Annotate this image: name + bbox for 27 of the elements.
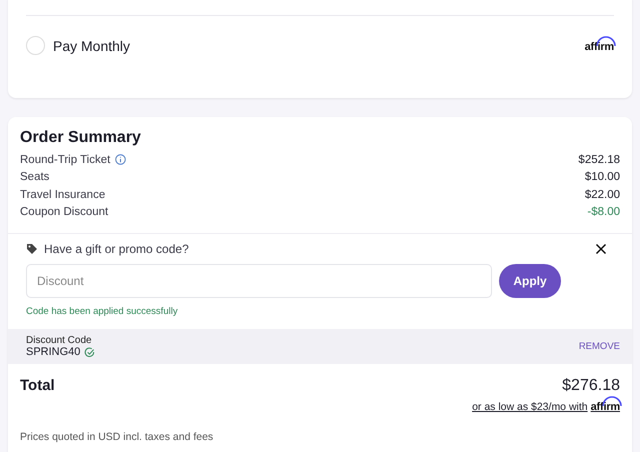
- line-amount: $10.00: [584, 171, 620, 184]
- payment-label: Pay Monthly: [53, 38, 132, 54]
- line-amount: $252.18: [578, 154, 620, 166]
- financing-link[interactable]: or as low as $23/mo with affirm: [472, 398, 620, 413]
- tag-icon: [26, 243, 38, 255]
- remove-link[interactable]: REMOVE: [578, 341, 620, 352]
- info-icon[interactable]: [115, 154, 126, 166]
- line-amount: -$8.00: [587, 206, 620, 218]
- radio-button[interactable]: [26, 36, 45, 55]
- price-note: Prices quoted in USD incl. taxes and fees: [19, 430, 214, 445]
- line-label: Travel Insurance: [20, 188, 106, 201]
- line-label: Seats: [20, 171, 50, 184]
- promo-title: Have a gift or promo code?: [44, 242, 189, 256]
- success-message: Code has been applied successfully: [26, 306, 179, 317]
- apply-button[interactable]: Apply: [499, 264, 561, 298]
- discount-field[interactable]: Discount: [26, 264, 492, 298]
- summary-title: Order Summary: [20, 129, 142, 147]
- total-label: Total: [20, 377, 55, 396]
- total-amount: $276.18: [562, 377, 620, 395]
- close-button[interactable]: [595, 243, 607, 255]
- affirm-logo: affirm: [590, 398, 620, 413]
- line-label: Coupon Discount: [20, 206, 108, 218]
- line-amount: $22.00: [584, 188, 620, 201]
- code-value: SPRING40: [26, 346, 80, 358]
- affirm-logo: affirm: [584, 38, 614, 53]
- line-label: Round-Trip Ticket: [20, 154, 110, 166]
- code-label: Discount Code: [26, 335, 93, 346]
